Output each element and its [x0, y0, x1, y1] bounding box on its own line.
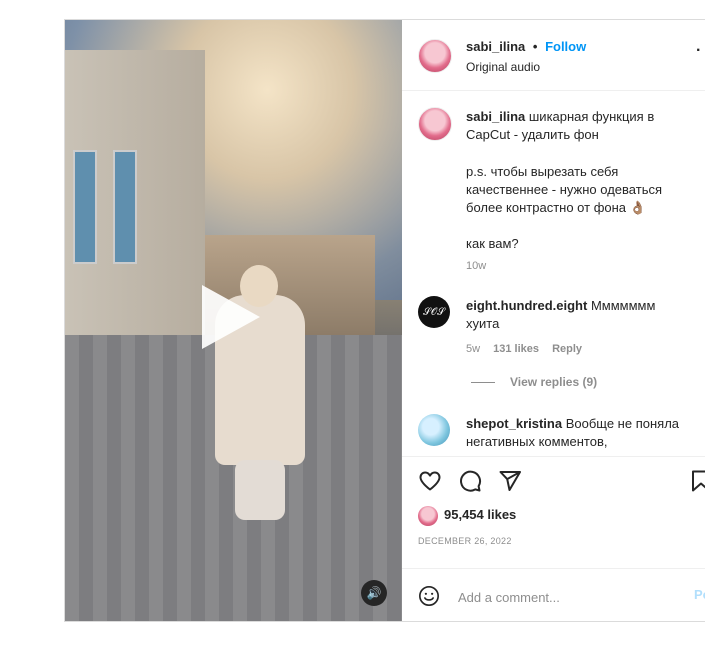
comment-item: eight.hundred.eight Ммммммм хуита [466, 297, 691, 333]
post-actions: 95,454 likes DECEMBER 26, 2022 [402, 456, 705, 567]
comment-time: 5w [466, 343, 481, 355]
comment-input[interactable] [456, 584, 680, 610]
comment-avatar[interactable] [418, 414, 450, 446]
follow-button[interactable]: Follow [545, 39, 586, 54]
play-icon[interactable] [202, 285, 260, 349]
post-header: sabi_ilina • Follow Original audio · [402, 20, 705, 91]
add-comment-bar: Po [402, 568, 705, 622]
replies-divider [471, 382, 495, 383]
caption-meta: 10w [466, 260, 496, 272]
audio-link[interactable]: Original audio [466, 60, 540, 74]
post-comment-button[interactable]: Po [694, 587, 705, 602]
comments-list[interactable]: sabi_ilina шикарная функция в CapCut - у… [402, 91, 705, 456]
comment-item: shepot_kristina Вообще не поняла негатив… [466, 415, 691, 451]
comment-avatar[interactable]: 𝒮𝒪𝒮 [418, 296, 450, 328]
emoji-icon[interactable] [418, 585, 440, 607]
caption-text-3: как вам? [466, 236, 519, 251]
comment-username[interactable]: shepot_kristina [466, 416, 562, 431]
caption-text-2: p.s. чтобы вырезать себя качественнее - … [466, 164, 663, 215]
likes-count[interactable]: 95,454 likes [444, 507, 516, 522]
liker-avatar[interactable] [418, 506, 438, 526]
author-username[interactable]: sabi_ilina [466, 39, 525, 54]
separator-dot: • [532, 39, 538, 54]
post-sidebar: sabi_ilina • Follow Original audio · sab… [402, 20, 705, 621]
caption-time: 10w [466, 260, 487, 272]
post-card: 🔊 sabi_ilina • Follow Original audio · s… [64, 19, 705, 622]
post-date[interactable]: DECEMBER 26, 2022 [418, 536, 512, 546]
bookmark-icon[interactable] [689, 469, 705, 493]
heart-icon[interactable] [418, 469, 442, 493]
comment-avatar-text: 𝒮𝒪𝒮 [423, 306, 445, 318]
author-avatar[interactable] [418, 39, 452, 73]
volume-icon-glyph: 🔊 [366, 586, 382, 600]
reply-button[interactable]: Reply [552, 343, 582, 355]
caption-text-1: sabi_ilina шикарная функция в CapCut - у… [466, 108, 691, 144]
post-video[interactable]: 🔊 [65, 20, 402, 621]
view-replies-button[interactable]: View replies (9) [510, 375, 597, 389]
comment-icon[interactable] [458, 469, 482, 493]
author-line: sabi_ilina • Follow [466, 39, 586, 54]
more-options-icon[interactable]: · [696, 42, 701, 60]
comment-username[interactable]: eight.hundred.eight [466, 298, 587, 313]
comment-meta: 5w 131 likes Reply [466, 343, 592, 355]
comment-likes[interactable]: 131 likes [493, 343, 539, 355]
volume-icon[interactable]: 🔊 [361, 580, 387, 606]
video-building-left [65, 50, 205, 350]
caption-username[interactable]: sabi_ilina [466, 109, 525, 124]
caption-avatar[interactable] [418, 107, 452, 141]
share-icon[interactable] [498, 469, 522, 493]
